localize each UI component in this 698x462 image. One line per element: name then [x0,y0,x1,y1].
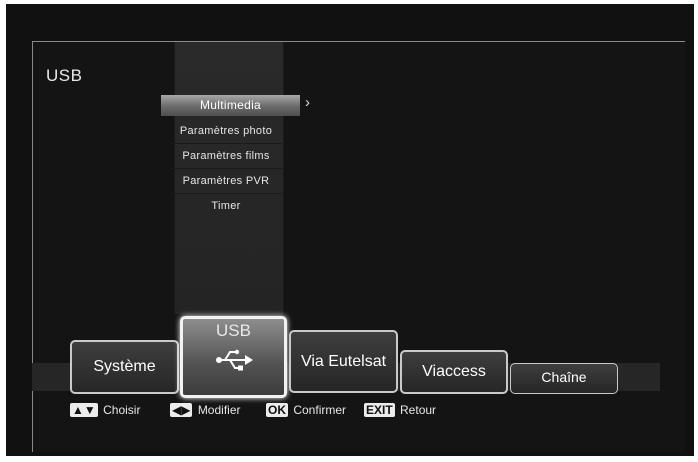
help-choose: ▲▼ Choisir [70,402,140,418]
tab-viaccess[interactable]: Viaccess [400,350,508,394]
exit-key-icon: EXIT [364,402,395,417]
tab-systeme[interactable]: Système [70,340,179,394]
left-right-key-icon: ◀▶ [170,402,193,417]
tab-chaine-label: Chaîne [541,369,587,385]
help-choose-label: Choisir [103,402,141,417]
help-confirm-label: Confirmer [293,402,347,417]
tab-chaine[interactable]: Chaîne [510,363,618,394]
help-modify-label: Modifier [197,402,241,417]
up-down-key-icon: ▲▼ [70,402,98,417]
tab-usb[interactable]: USB [180,316,287,398]
chevron-right-icon: › [305,94,310,111]
submenu-item-parametres-photo[interactable]: Paramètres photo [170,120,282,144]
help-modify: ◀▶ Modifier [170,402,241,418]
submenu-item-timer[interactable]: Timer [170,195,282,218]
submenu-item-multimedia[interactable]: Multimedia [161,95,300,116]
tab-usb-label: USB [216,321,251,340]
help-back-label: Retour [400,402,437,417]
submenu-item-parametres-films[interactable]: Paramètres films [170,145,282,169]
tab-via-eutelsat-label: Via Eutelsat [300,353,387,370]
usb-icon [216,349,253,371]
tab-via-eutelsat[interactable]: Via Eutelsat [289,330,398,393]
help-back: EXIT Retour [364,402,436,418]
ok-key-icon: OK [266,402,288,417]
page-title: USB [46,66,83,85]
tab-systeme-label: Système [93,358,156,375]
tab-viaccess-label: Viaccess [422,363,486,380]
help-confirm: OK Confirmer [266,402,346,418]
submenu-item-parametres-pvr[interactable]: Paramètres PVR [170,170,282,194]
